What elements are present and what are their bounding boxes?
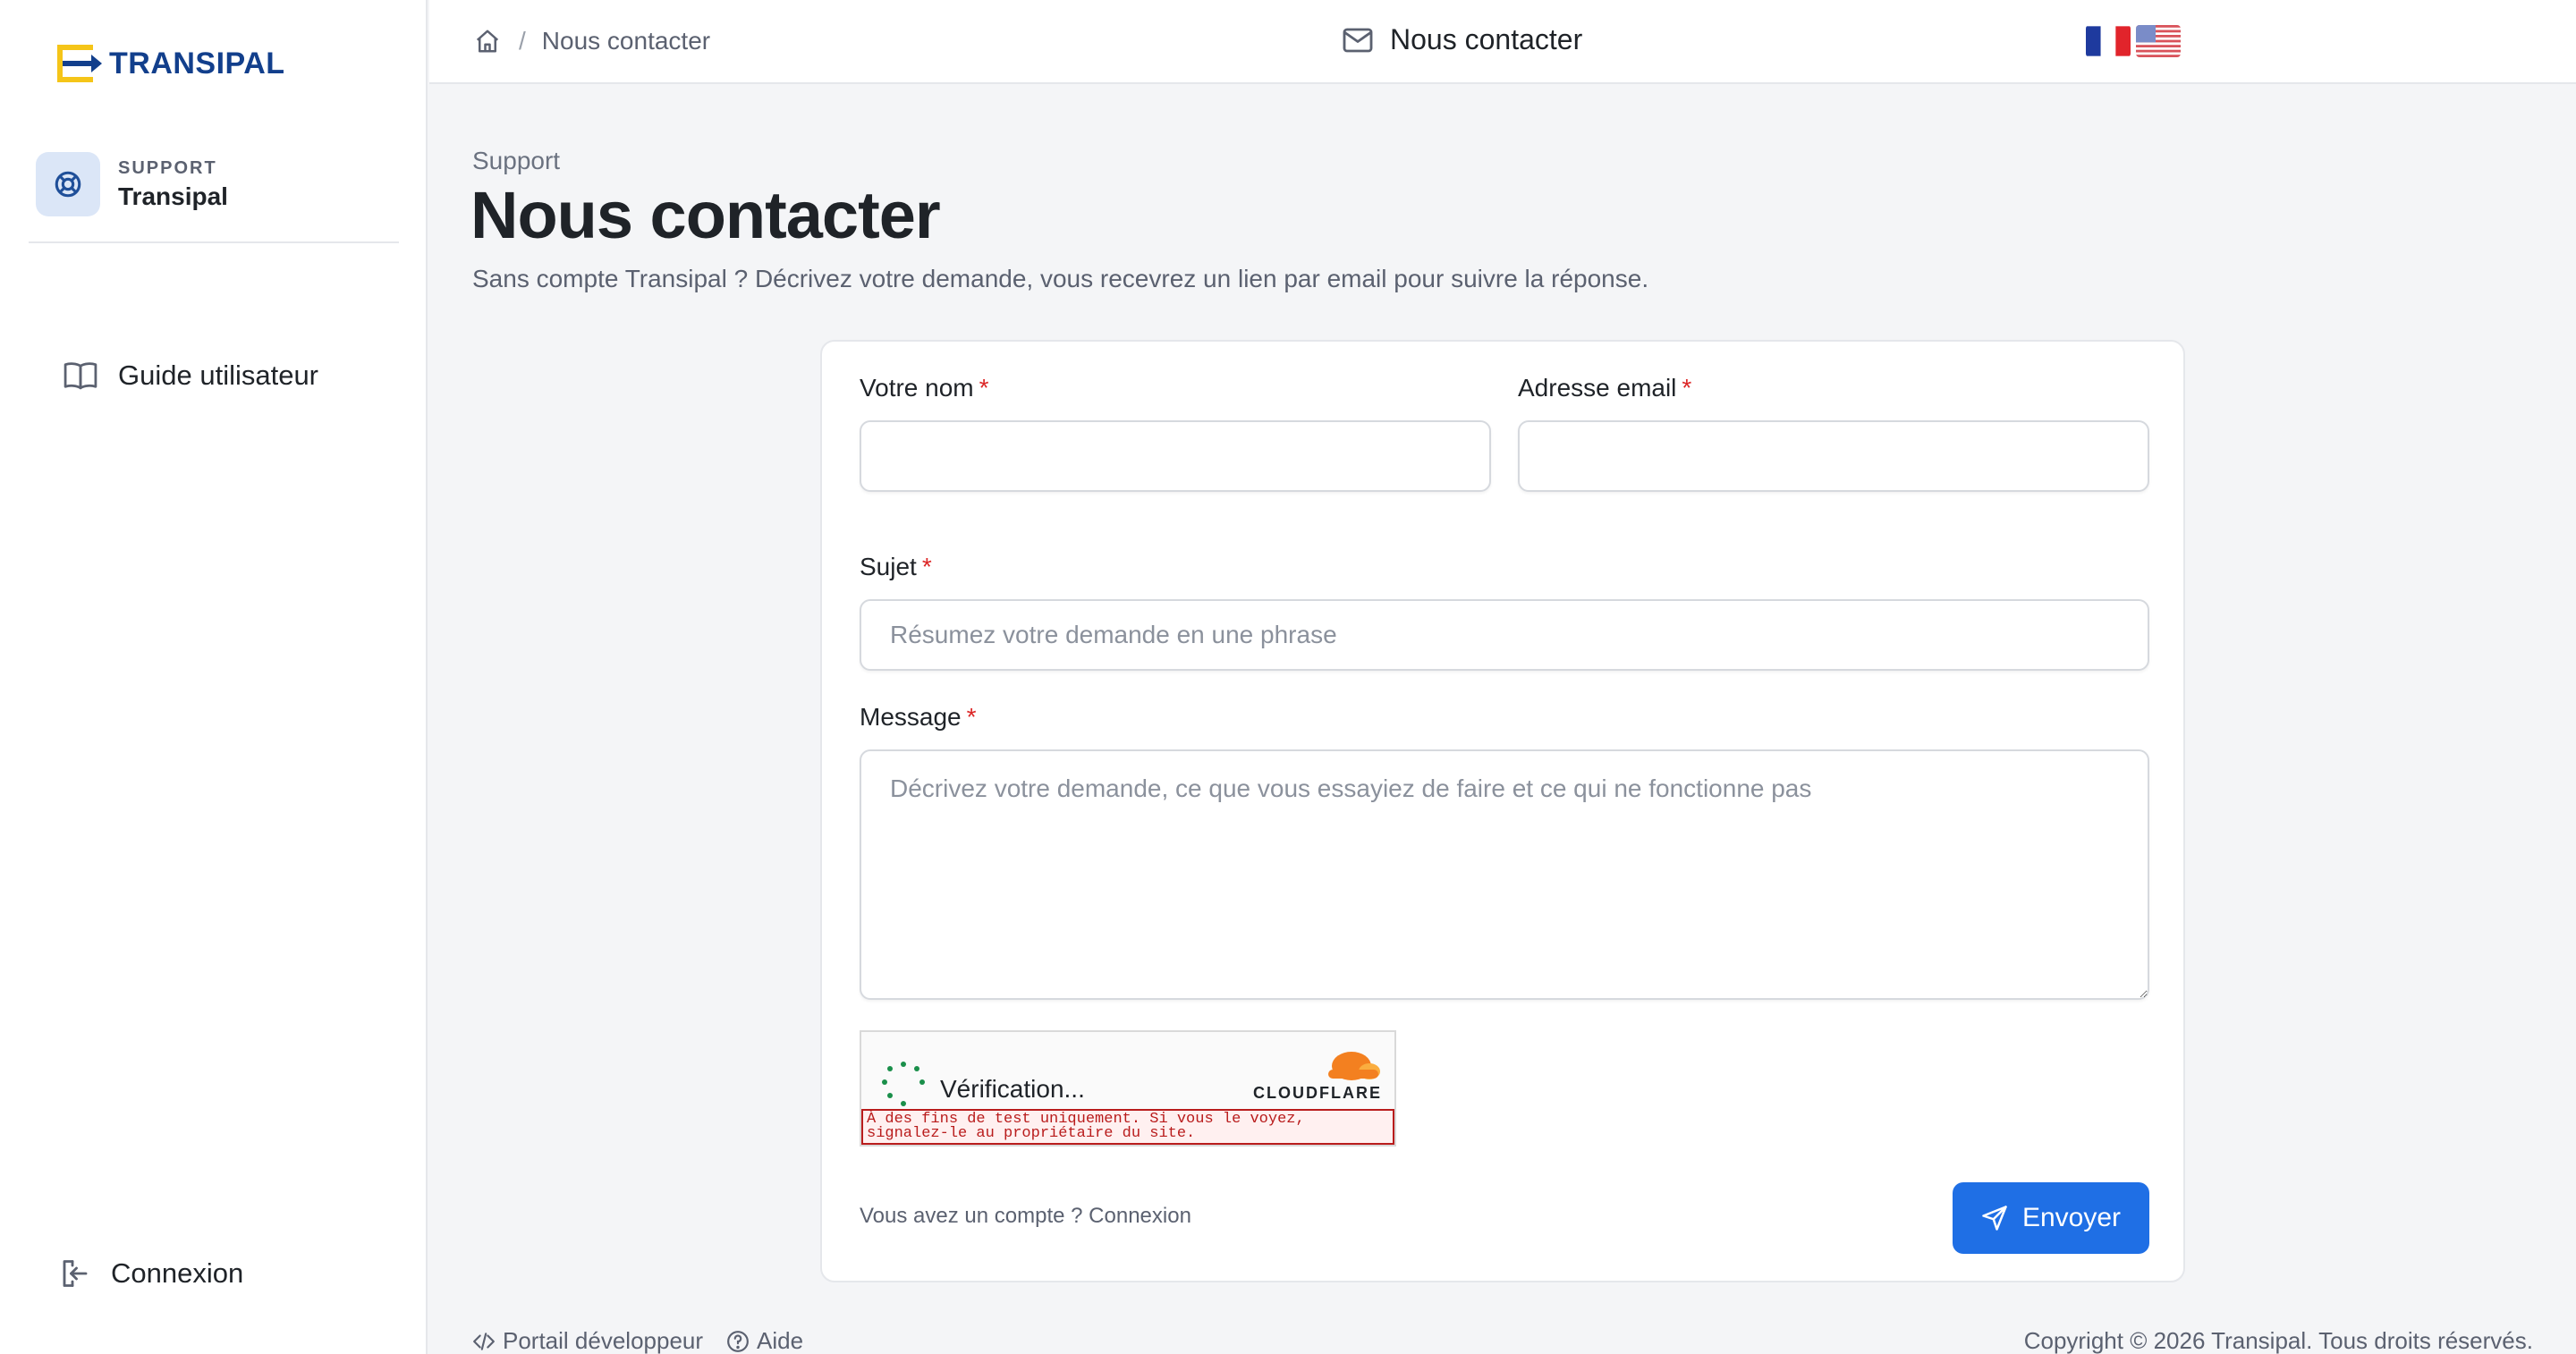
sidebar-item-label: Connexion (111, 1257, 244, 1289)
subject-label-text: Sujet (860, 553, 917, 580)
name-input[interactable] (860, 420, 1491, 492)
cloudflare-wordmark: CLOUDFLARE (1253, 1084, 1382, 1102)
language-switcher (2086, 25, 2186, 57)
captcha-status: Vérification... (940, 1075, 1085, 1103)
page-title: Nous contacter (470, 178, 941, 252)
sidebar-item-user-guide[interactable]: Guide utilisateur (63, 360, 318, 392)
code-icon (472, 1330, 496, 1353)
email-label: Adresse email * (1518, 374, 1691, 402)
support-caption: SUPPORT (118, 157, 217, 178)
email-input[interactable] (1518, 420, 2149, 492)
mail-icon (1342, 27, 1374, 54)
footer-links: Portail développeur Aide (472, 1327, 826, 1354)
brand-logo[interactable]: TRANSIPAL (55, 43, 285, 84)
subject-input[interactable] (860, 599, 2149, 671)
breadcrumb-separator: / (519, 27, 526, 55)
header-contact-label: Nous contacter (1390, 23, 1583, 55)
help-circle-icon (726, 1330, 750, 1353)
brand-name: TRANSIPAL (109, 46, 285, 80)
flag-us-icon[interactable] (2136, 25, 2181, 57)
login-icon (59, 1257, 91, 1290)
support-name: Transipal (118, 182, 228, 210)
name-label: Votre nom * (860, 374, 989, 402)
home-icon[interactable] (474, 28, 501, 55)
subject-label: Sujet * (860, 553, 932, 581)
contact-form-card: Votre nom* Adresse email* Sujet* Message… (820, 340, 2185, 1282)
footer-developer-portal-link[interactable]: Portail développeur (472, 1327, 703, 1354)
logo-mark-icon (57, 45, 102, 82)
required-marker: * (966, 703, 977, 731)
captcha-test-warning: À des fins de test uniquement. Si vous l… (861, 1109, 1394, 1145)
send-button-label: Envoyer (2021, 1203, 2122, 1232)
page-subtitle: Sans compte Transipal ? Décrivez votre d… (472, 265, 1649, 292)
sidebar-item-login[interactable]: Connexion (59, 1257, 243, 1290)
lifebuoy-icon (36, 152, 100, 216)
cloudflare-cloud-icon (1328, 1052, 1380, 1080)
footer-help-link[interactable]: Aide (726, 1327, 803, 1354)
breadcrumb: / Nous contacter (474, 27, 710, 55)
required-marker: * (921, 553, 932, 580)
header-contact-button[interactable]: Nous contacter (1342, 23, 1582, 56)
email-label-text: Adresse email (1518, 374, 1677, 402)
book-icon (63, 360, 98, 391)
sidebar: TRANSIPAL SUPPORT Transipal Guide utilis… (0, 0, 428, 1354)
required-marker: * (1682, 374, 1692, 402)
name-label-text: Votre nom (860, 374, 974, 402)
support-space-card[interactable]: SUPPORT Transipal (36, 152, 228, 216)
send-icon (1981, 1205, 2008, 1231)
footer-link-label: Aide (757, 1327, 804, 1354)
send-button[interactable]: Envoyer (1953, 1182, 2149, 1254)
required-marker: * (979, 374, 989, 402)
footer-link-label: Portail développeur (503, 1327, 704, 1354)
page-kicker: Support (472, 147, 561, 174)
message-label-text: Message (860, 703, 962, 731)
message-label: Message * (860, 703, 977, 732)
login-link[interactable]: Vous avez un compte ? Connexion (860, 1204, 1191, 1229)
top-bar: / Nous contacter Nous contacter (429, 0, 2576, 84)
flag-fr-icon[interactable] (2086, 25, 2131, 57)
message-textarea[interactable] (860, 749, 2149, 1000)
sidebar-divider (29, 241, 399, 243)
copyright-text: Copyright © 2026 Transipal. Tous droits … (2023, 1327, 2533, 1354)
captcha-widget[interactable]: Vérification... CLOUDFLARE À des fins de… (860, 1030, 1396, 1147)
spinner-icon (882, 1062, 925, 1106)
breadcrumb-current: Nous contacter (541, 27, 711, 55)
sidebar-item-label: Guide utilisateur (118, 360, 319, 391)
